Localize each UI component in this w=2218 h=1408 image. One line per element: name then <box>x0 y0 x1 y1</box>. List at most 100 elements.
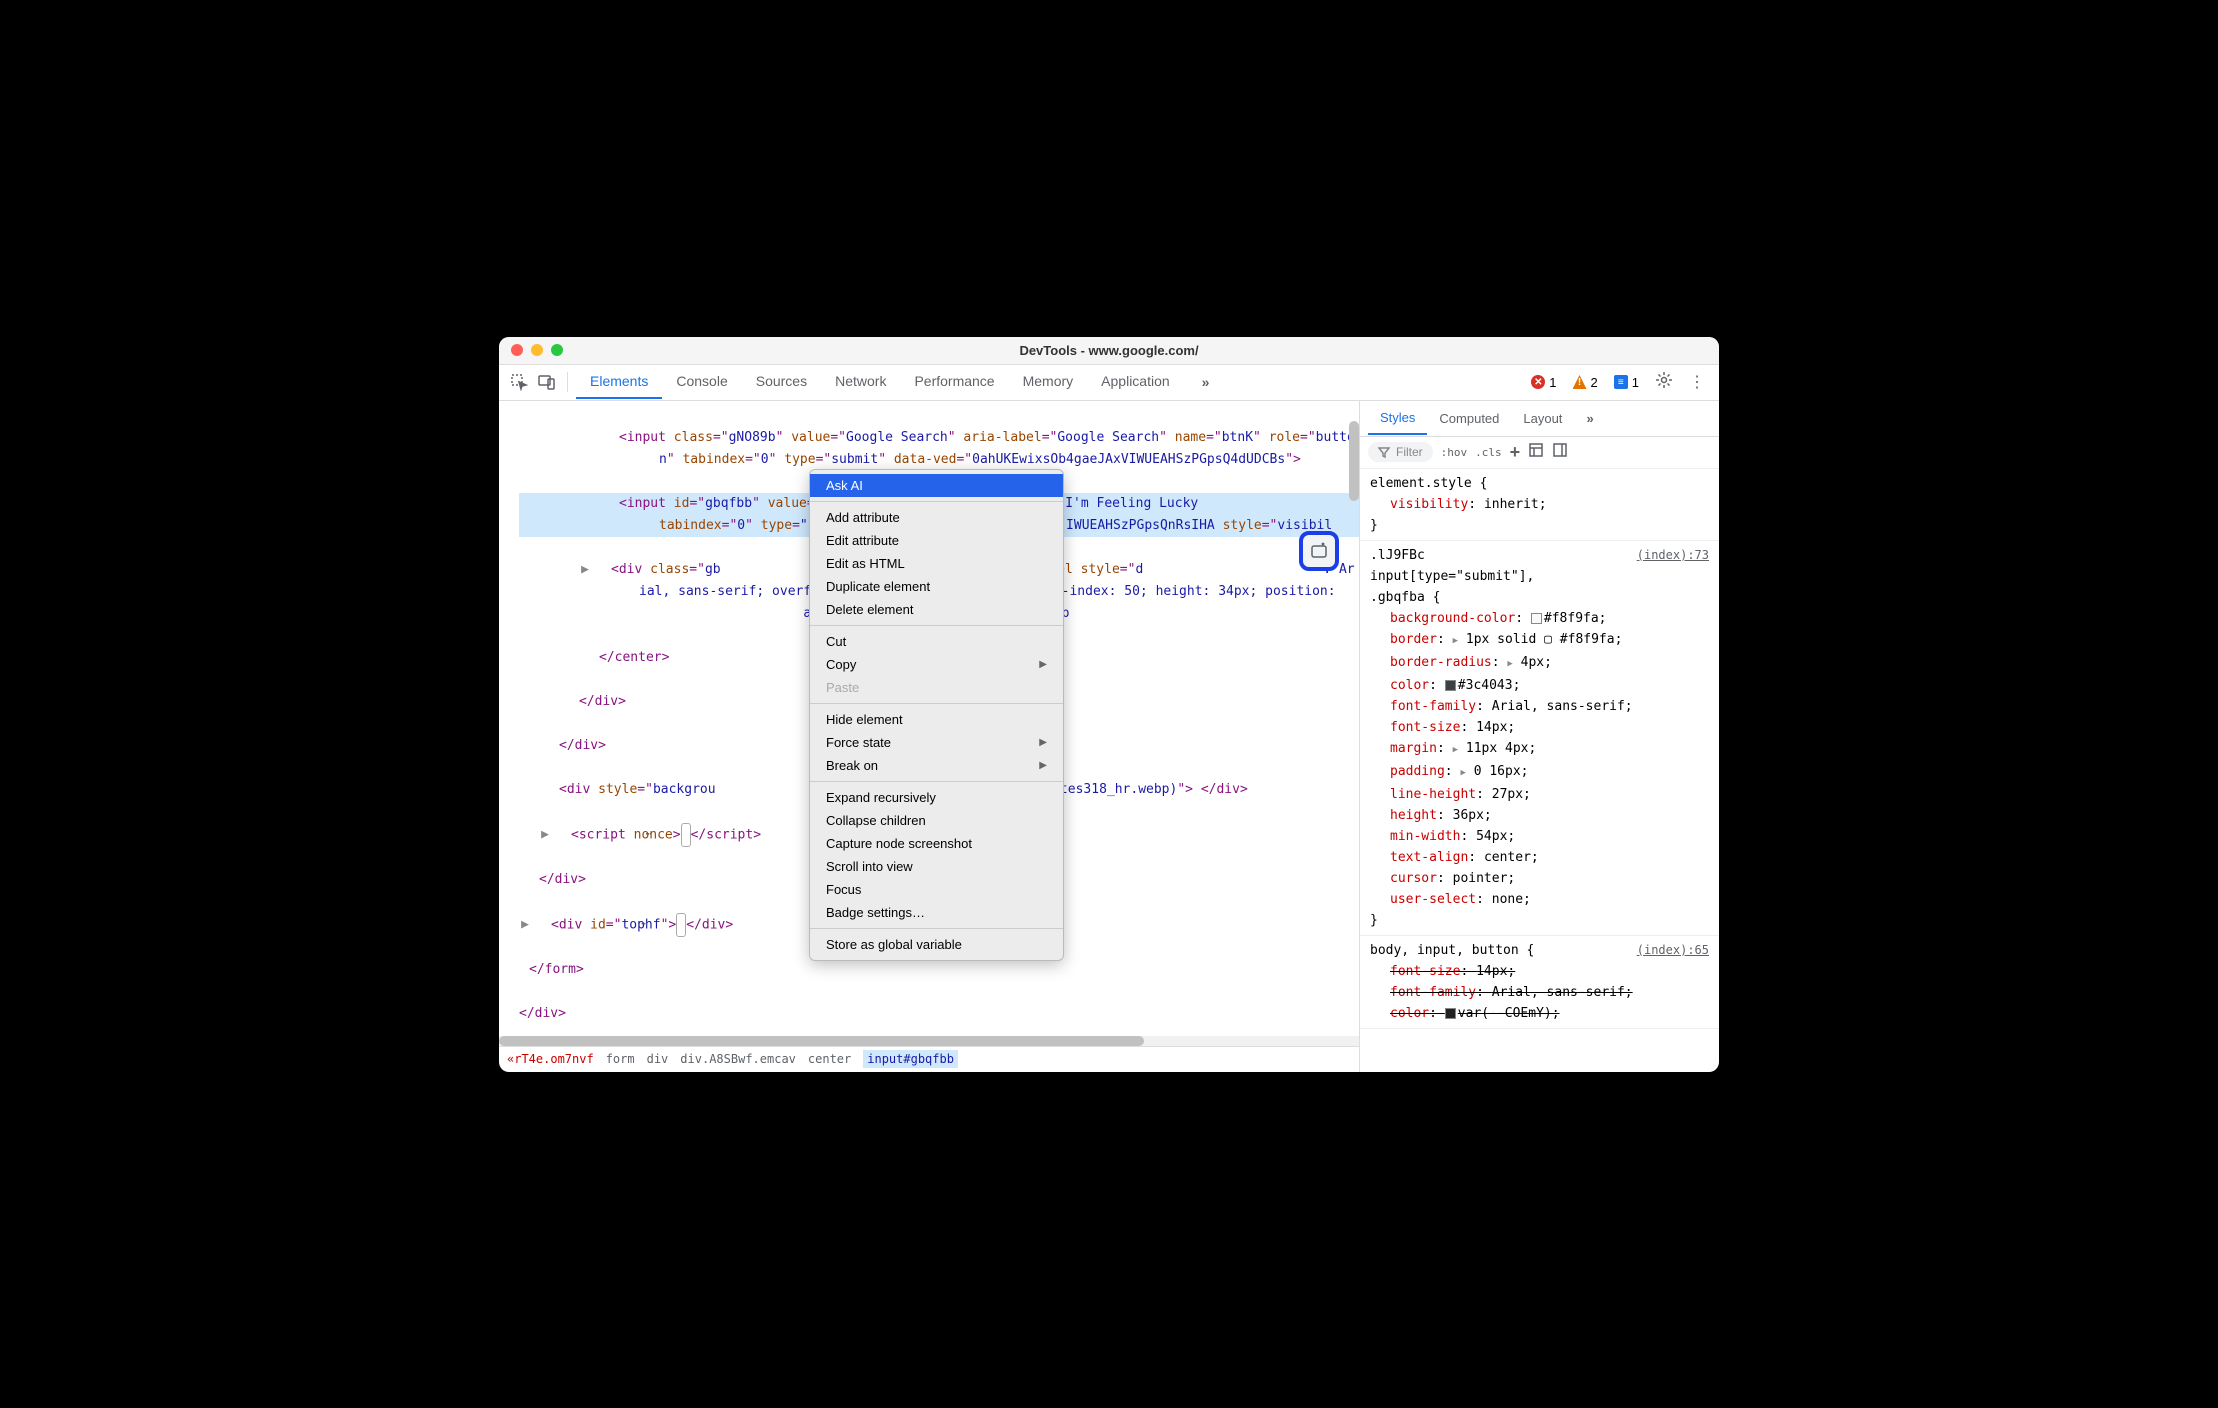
breadcrumb: «rT4e.om7nvf formdiv div.A8SBwf.emcav cente… <box>499 1046 1359 1072</box>
breadcrumb-item[interactable]: input#gbqfbb <box>863 1050 958 1068</box>
error-badge[interactable]: ✕1 <box>1525 375 1562 390</box>
css-property[interactable]: font-size: 14px; <box>1370 717 1709 738</box>
styles-tab-layout[interactable]: Layout <box>1511 403 1574 434</box>
css-property[interactable]: padding: ▶ 0 16px; <box>1370 761 1709 784</box>
breadcrumb-item[interactable]: «rT4e.om7nvf <box>507 1052 594 1066</box>
menu-item-edit-as-html[interactable]: Edit as HTML <box>810 552 1063 575</box>
css-property[interactable]: color: var(--COEmY); <box>1370 1003 1709 1024</box>
issues-badge[interactable]: ≡1 <box>1608 375 1645 390</box>
menu-item-collapse-children[interactable]: Collapse children <box>810 809 1063 832</box>
computed-styles-icon[interactable] <box>1528 442 1544 463</box>
more-menu-icon[interactable]: ⋮ <box>1683 372 1711 392</box>
menu-item-focus[interactable]: Focus <box>810 878 1063 901</box>
menu-item-store-as-global-variable[interactable]: Store as global variable <box>810 933 1063 956</box>
css-property[interactable]: font-family: Arial, sans-serif; <box>1370 982 1709 1003</box>
toggle-sidebar-icon[interactable] <box>1552 442 1568 463</box>
tabs-overflow-button[interactable]: » <box>1188 366 1224 398</box>
breadcrumb-item[interactable]: center <box>808 1052 851 1066</box>
warning-badge[interactable]: !2 <box>1567 375 1604 390</box>
tab-console[interactable]: Console <box>662 365 741 399</box>
css-property[interactable]: cursor: pointer; <box>1370 868 1709 889</box>
menu-item-add-attribute[interactable]: Add attribute <box>810 506 1063 529</box>
traffic-lights <box>511 344 563 356</box>
css-property[interactable]: margin: ▶ 11px 4px; <box>1370 738 1709 761</box>
tab-elements[interactable]: Elements <box>576 365 662 399</box>
context-menu: Ask AI Add attributeEdit attributeEdit as… <box>809 469 1064 961</box>
breadcrumb-item[interactable]: div.A8SBwf.emcav <box>680 1052 796 1066</box>
menu-item-delete-element[interactable]: Delete element <box>810 598 1063 621</box>
minimize-window-button[interactable] <box>531 344 543 356</box>
tab-memory[interactable]: Memory <box>1009 365 1088 399</box>
styles-rules: element.style { visibility: inherit; } .… <box>1360 469 1719 1072</box>
menu-item-paste: Paste <box>810 676 1063 699</box>
menu-item-scroll-into-view[interactable]: Scroll into view <box>810 855 1063 878</box>
dom-node[interactable]: <input class="gNO89b" value="Google Sear… <box>519 427 1359 471</box>
menu-item-hide-element[interactable]: Hide element <box>810 708 1063 731</box>
issues-icon: ≡ <box>1614 375 1628 389</box>
css-property[interactable]: user-select: none; <box>1370 889 1709 910</box>
menu-item-expand-recursively[interactable]: Expand recursively <box>810 786 1063 809</box>
new-style-rule-icon[interactable]: + <box>1510 442 1521 463</box>
menu-item-ask-ai[interactable]: Ask AI <box>810 474 1063 497</box>
tab-network[interactable]: Network <box>821 365 900 399</box>
style-rule[interactable]: body, input, button {(index):65 font-siz… <box>1360 936 1719 1029</box>
ask-ai-button[interactable] <box>1299 531 1339 571</box>
css-property[interactable]: background-color: #f8f9fa; <box>1370 608 1709 629</box>
style-rule[interactable]: element.style { visibility: inherit; } <box>1360 469 1719 541</box>
breadcrumb-item[interactable]: form <box>606 1052 635 1066</box>
close-window-button[interactable] <box>511 344 523 356</box>
menu-item-edit-attribute[interactable]: Edit attribute <box>810 529 1063 552</box>
menu-item-break-on[interactable]: Break on▶ <box>810 754 1063 777</box>
menu-separator <box>810 928 1063 929</box>
expand-arrow-icon[interactable]: ▶ <box>539 914 551 936</box>
titlebar: DevTools - www.google.com/ <box>499 337 1719 365</box>
device-mode-icon[interactable] <box>535 370 559 394</box>
tab-sources[interactable]: Sources <box>742 365 821 399</box>
css-property[interactable]: height: 36px; <box>1370 805 1709 826</box>
css-property[interactable]: line-height: 27px; <box>1370 784 1709 805</box>
cls-toggle[interactable]: .cls <box>1475 446 1502 459</box>
inspect-icon[interactable] <box>507 370 531 394</box>
tab-application[interactable]: Application <box>1087 365 1184 399</box>
window-title: DevTools - www.google.com/ <box>1019 343 1198 358</box>
menu-separator <box>810 703 1063 704</box>
submenu-arrow-icon: ▶ <box>1039 760 1047 771</box>
style-rule[interactable]: .lJ9FBc(index):73 input[type="submit"], … <box>1360 541 1719 936</box>
css-property[interactable]: font-size: 14px; <box>1370 961 1709 982</box>
source-link[interactable]: (index):73 <box>1637 545 1709 566</box>
expand-arrow-icon[interactable]: ▶ <box>559 824 571 846</box>
menu-item-badge-settings-[interactable]: Badge settings… <box>810 901 1063 924</box>
css-property[interactable]: color: #3c4043; <box>1370 675 1709 696</box>
css-property[interactable]: border: ▶ 1px solid ▢ #f8f9fa; <box>1370 629 1709 652</box>
dom-node[interactable]: </div> <box>519 1003 1359 1025</box>
filter-input[interactable]: Filter <box>1368 442 1433 462</box>
ellipsis-icon[interactable]: ⋯ <box>681 823 691 847</box>
settings-icon[interactable] <box>1649 371 1679 394</box>
styles-tabs: StylesComputedLayout» <box>1360 401 1719 437</box>
css-property[interactable]: border-radius: ▶ 4px; <box>1370 652 1709 675</box>
css-property[interactable]: text-align: center; <box>1370 847 1709 868</box>
source-link[interactable]: (index):65 <box>1637 940 1709 961</box>
vertical-scrollbar[interactable] <box>1349 401 1359 1046</box>
hov-toggle[interactable]: :hov <box>1441 446 1468 459</box>
menu-item-copy[interactable]: Copy▶ <box>810 653 1063 676</box>
expand-arrow-icon[interactable]: ▶ <box>599 559 611 581</box>
main-toolbar: ElementsConsoleSourcesNetworkPerformance… <box>499 365 1719 401</box>
ellipsis-icon[interactable]: ⋯ <box>676 913 686 937</box>
css-property[interactable]: font-family: Arial, sans-serif; <box>1370 696 1709 717</box>
maximize-window-button[interactable] <box>551 344 563 356</box>
css-property[interactable]: min-width: 54px; <box>1370 826 1709 847</box>
styles-tab-styles[interactable]: Styles <box>1368 402 1427 435</box>
submenu-arrow-icon: ▶ <box>1039 659 1047 670</box>
menu-item-duplicate-element[interactable]: Duplicate element <box>810 575 1063 598</box>
menu-item-cut[interactable]: Cut <box>810 630 1063 653</box>
styles-tabs-overflow[interactable]: » <box>1574 403 1605 434</box>
menu-separator <box>810 781 1063 782</box>
menu-item-capture-node-screenshot[interactable]: Capture node screenshot <box>810 832 1063 855</box>
horizontal-scrollbar[interactable] <box>499 1036 1359 1046</box>
breadcrumb-item[interactable]: div <box>647 1052 669 1066</box>
styles-tab-computed[interactable]: Computed <box>1427 403 1511 434</box>
menu-item-force-state[interactable]: Force state▶ <box>810 731 1063 754</box>
dom-node[interactable]: </form> <box>519 959 1359 981</box>
tab-performance[interactable]: Performance <box>900 365 1008 399</box>
